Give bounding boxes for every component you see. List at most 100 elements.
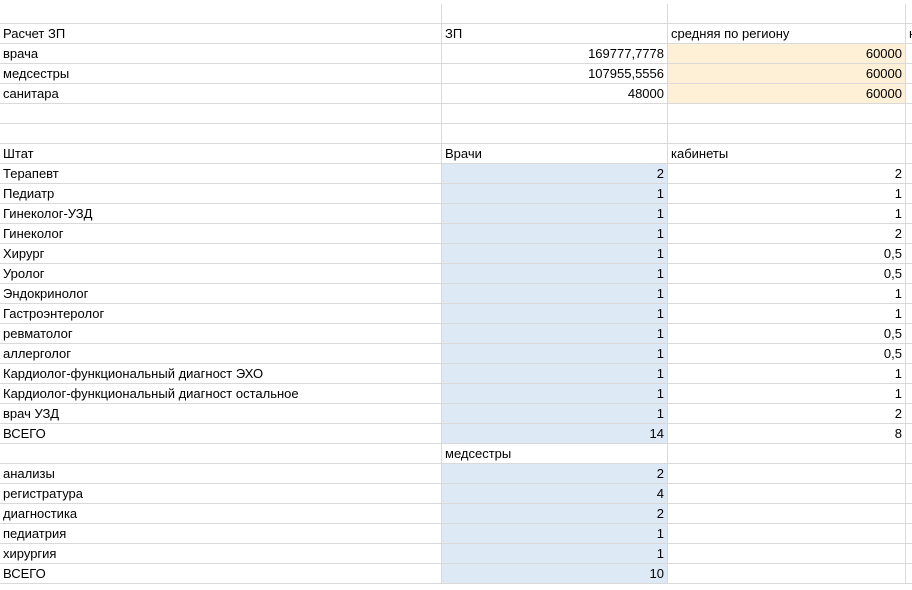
sheet-cell-a[interactable]: Терапевт: [0, 164, 442, 184]
sheet-cell-b[interactable]: 1: [442, 284, 668, 304]
sheet-cell-d[interactable]: [906, 264, 912, 284]
sheet-cell-c[interactable]: 1: [668, 284, 906, 304]
sheet-cell-c[interactable]: 1: [668, 384, 906, 404]
sheet-cell-a[interactable]: Штат: [0, 144, 442, 164]
sheet-cell-d[interactable]: [906, 484, 912, 504]
sheet-cell-b[interactable]: [442, 124, 668, 144]
sheet-cell-d[interactable]: [906, 364, 912, 384]
sheet-cell-c[interactable]: 2: [668, 224, 906, 244]
sheet-cell-c[interactable]: 60000: [668, 84, 906, 104]
sheet-cell-a[interactable]: Хирург: [0, 244, 442, 264]
sheet-cell-b[interactable]: 107955,5556: [442, 64, 668, 84]
sheet-cell-a[interactable]: педиатрия: [0, 524, 442, 544]
sheet-cell-b[interactable]: [442, 4, 668, 24]
sheet-cell-a[interactable]: ВСЕГО: [0, 564, 442, 584]
sheet-cell-d[interactable]: [906, 64, 912, 84]
sheet-cell-d[interactable]: [906, 224, 912, 244]
sheet-cell-c[interactable]: 0,5: [668, 344, 906, 364]
sheet-cell-d[interactable]: [906, 104, 912, 124]
sheet-cell-a[interactable]: Гастроэнтеролог: [0, 304, 442, 324]
sheet-cell-d[interactable]: [906, 244, 912, 264]
sheet-cell-c[interactable]: [668, 544, 906, 564]
sheet-cell-a[interactable]: Эндокринолог: [0, 284, 442, 304]
sheet-cell-a[interactable]: [0, 4, 442, 24]
sheet-cell-b[interactable]: 1: [442, 204, 668, 224]
sheet-cell-b[interactable]: 1: [442, 384, 668, 404]
sheet-cell-a[interactable]: Гинеколог-УЗД: [0, 204, 442, 224]
sheet-cell-d[interactable]: [906, 44, 912, 64]
sheet-cell-c[interactable]: [668, 484, 906, 504]
sheet-cell-d[interactable]: н: [906, 24, 912, 44]
sheet-cell-c[interactable]: 1: [668, 364, 906, 384]
sheet-cell-c[interactable]: [668, 504, 906, 524]
sheet-cell-c[interactable]: 1: [668, 304, 906, 324]
sheet-cell-d[interactable]: [906, 324, 912, 344]
sheet-cell-b[interactable]: 14: [442, 424, 668, 444]
sheet-cell-c[interactable]: 1: [668, 204, 906, 224]
sheet-cell-b[interactable]: 48000: [442, 84, 668, 104]
sheet-cell-b[interactable]: 169777,7778: [442, 44, 668, 64]
sheet-cell-d[interactable]: [906, 544, 912, 564]
sheet-cell-a[interactable]: ВСЕГО: [0, 424, 442, 444]
sheet-cell-c[interactable]: 0,5: [668, 244, 906, 264]
sheet-cell-a[interactable]: Гинеколог: [0, 224, 442, 244]
sheet-cell-b[interactable]: 1: [442, 364, 668, 384]
sheet-cell-c[interactable]: 0,5: [668, 264, 906, 284]
sheet-cell-a[interactable]: [0, 104, 442, 124]
sheet-cell-c[interactable]: 1: [668, 184, 906, 204]
sheet-cell-a[interactable]: анализы: [0, 464, 442, 484]
sheet-cell-d[interactable]: [906, 564, 912, 584]
sheet-cell-c[interactable]: 0,5: [668, 324, 906, 344]
sheet-cell-a[interactable]: Кардиолог-функциональный диагност осталь…: [0, 384, 442, 404]
sheet-cell-c[interactable]: 2: [668, 404, 906, 424]
sheet-cell-d[interactable]: [906, 384, 912, 404]
sheet-cell-d[interactable]: [906, 464, 912, 484]
sheet-cell-a[interactable]: аллерголог: [0, 344, 442, 364]
sheet-cell-a[interactable]: Расчет ЗП: [0, 24, 442, 44]
sheet-cell-d[interactable]: [906, 444, 912, 464]
sheet-cell-c[interactable]: [668, 564, 906, 584]
sheet-cell-b[interactable]: 10: [442, 564, 668, 584]
sheet-cell-d[interactable]: [906, 184, 912, 204]
sheet-cell-c[interactable]: [668, 444, 906, 464]
sheet-cell-a[interactable]: медсестры: [0, 64, 442, 84]
sheet-cell-b[interactable]: 1: [442, 404, 668, 424]
sheet-cell-c[interactable]: 60000: [668, 44, 906, 64]
sheet-cell-d[interactable]: [906, 504, 912, 524]
sheet-cell-c[interactable]: 60000: [668, 64, 906, 84]
sheet-cell-d[interactable]: [906, 304, 912, 324]
sheet-cell-b[interactable]: 2: [442, 504, 668, 524]
sheet-cell-c[interactable]: [668, 4, 906, 24]
sheet-cell-c[interactable]: [668, 524, 906, 544]
sheet-cell-a[interactable]: [0, 444, 442, 464]
sheet-cell-a[interactable]: врача: [0, 44, 442, 64]
sheet-cell-c[interactable]: 2: [668, 164, 906, 184]
sheet-cell-c[interactable]: кабинеты: [668, 144, 906, 164]
sheet-cell-b[interactable]: 1: [442, 184, 668, 204]
sheet-cell-a[interactable]: регистратура: [0, 484, 442, 504]
sheet-cell-d[interactable]: [906, 344, 912, 364]
sheet-cell-d[interactable]: [906, 164, 912, 184]
sheet-cell-b[interactable]: 1: [442, 544, 668, 564]
sheet-cell-d[interactable]: [906, 404, 912, 424]
sheet-cell-d[interactable]: [906, 204, 912, 224]
sheet-cell-d[interactable]: [906, 284, 912, 304]
sheet-cell-c[interactable]: [668, 124, 906, 144]
sheet-cell-d[interactable]: [906, 524, 912, 544]
sheet-cell-c[interactable]: [668, 104, 906, 124]
sheet-cell-b[interactable]: 2: [442, 164, 668, 184]
sheet-cell-d[interactable]: [906, 124, 912, 144]
sheet-cell-a[interactable]: Уролог: [0, 264, 442, 284]
sheet-cell-b[interactable]: 2: [442, 464, 668, 484]
sheet-cell-b[interactable]: Врачи: [442, 144, 668, 164]
sheet-cell-b[interactable]: 1: [442, 344, 668, 364]
sheet-cell-a[interactable]: ревматолог: [0, 324, 442, 344]
sheet-cell-c[interactable]: 8: [668, 424, 906, 444]
sheet-cell-b[interactable]: 1: [442, 324, 668, 344]
sheet-cell-d[interactable]: [906, 424, 912, 444]
sheet-cell-a[interactable]: санитара: [0, 84, 442, 104]
sheet-cell-a[interactable]: [0, 124, 442, 144]
sheet-cell-d[interactable]: [906, 84, 912, 104]
sheet-cell-a[interactable]: врач УЗД: [0, 404, 442, 424]
sheet-cell-a[interactable]: Кардиолог-функциональный диагност ЭХО: [0, 364, 442, 384]
